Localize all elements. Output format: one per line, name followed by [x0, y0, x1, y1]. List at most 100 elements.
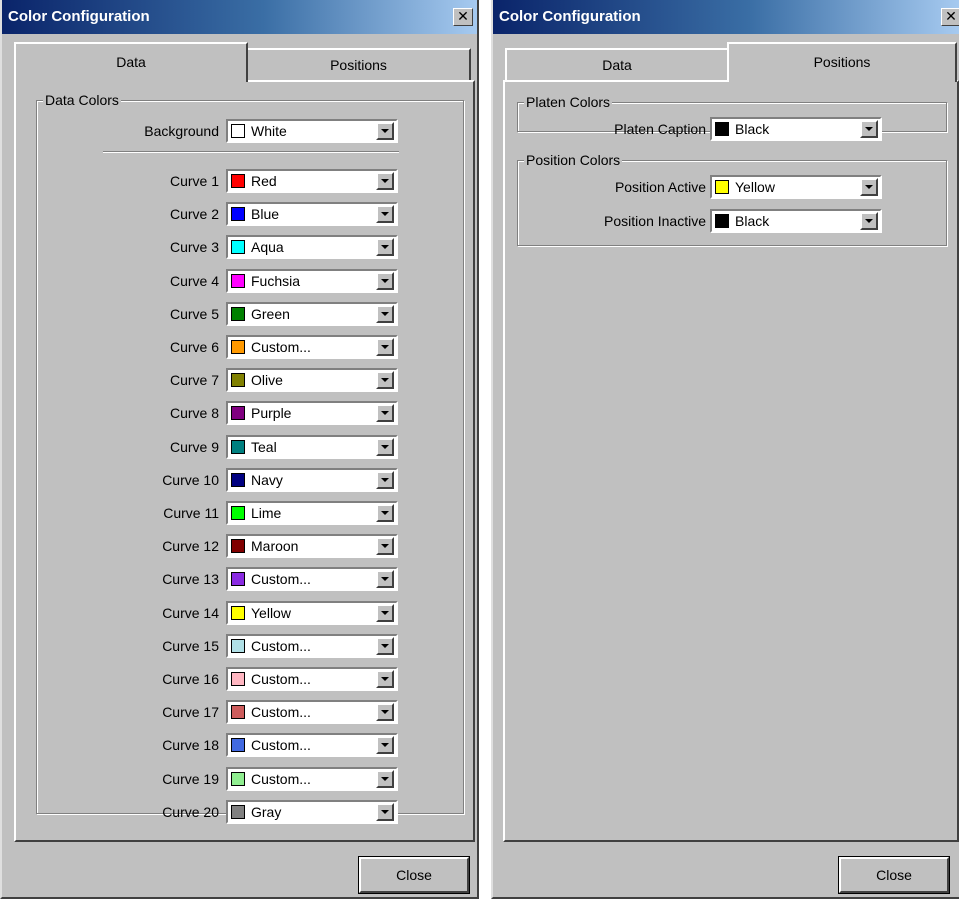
- curve-row: Curve 19 Custom...: [37, 766, 463, 793]
- platen-caption-label: Platen Caption: [614, 121, 706, 137]
- curve-color-select[interactable]: Custom...: [226, 667, 398, 691]
- window-close-icon[interactable]: ✕: [453, 8, 473, 26]
- curve-color-select[interactable]: Green: [226, 301, 398, 326]
- data-colors-group: Data Colors Background White Curve 1 Red C…: [36, 92, 464, 824]
- chevron-down-icon[interactable]: [376, 736, 394, 755]
- curve-color-select[interactable]: Navy: [226, 467, 398, 492]
- curve-value: Green: [251, 305, 290, 322]
- chevron-down-icon[interactable]: [376, 238, 394, 257]
- platen-caption-color-select[interactable]: Black: [710, 117, 882, 141]
- curve-label: Curve 19: [162, 770, 219, 787]
- chevron-down-icon[interactable]: [376, 205, 394, 224]
- chevron-down-icon[interactable]: [376, 271, 394, 290]
- chevron-down-icon[interactable]: [376, 504, 394, 522]
- curve-swatch: [231, 340, 245, 354]
- close-button[interactable]: Close: [838, 856, 950, 894]
- chevron-down-icon[interactable]: [860, 178, 878, 196]
- chevron-down-icon[interactable]: [376, 603, 394, 622]
- chevron-down-icon[interactable]: [376, 537, 394, 556]
- chevron-down-icon[interactable]: [376, 172, 394, 190]
- chevron-down-icon[interactable]: [376, 338, 394, 356]
- chevron-down-icon[interactable]: [376, 437, 394, 456]
- chevron-down-icon[interactable]: [376, 371, 394, 390]
- curve-swatch: [231, 472, 245, 487]
- curve-color-select[interactable]: Custom...: [226, 633, 398, 658]
- chevron-down-icon[interactable]: [860, 212, 878, 230]
- curve-swatch: [231, 804, 245, 819]
- curve-row: Curve 13 Custom...: [37, 567, 463, 593]
- separator: [103, 151, 399, 153]
- curve-label: Curve 13: [162, 571, 219, 588]
- position-active-color-select[interactable]: Yellow: [710, 175, 882, 199]
- chevron-down-icon[interactable]: [376, 570, 394, 589]
- chevron-down-icon[interactable]: [376, 670, 394, 688]
- curve-color-select[interactable]: Lime: [226, 501, 398, 525]
- curve-label: Curve 17: [162, 704, 219, 721]
- background-swatch: [231, 124, 245, 138]
- chevron-down-icon[interactable]: [376, 636, 394, 655]
- tab-positions[interactable]: Positions: [246, 48, 471, 82]
- chevron-down-icon[interactable]: [376, 769, 394, 788]
- curve-color-select[interactable]: Red: [226, 169, 398, 193]
- curve-color-select[interactable]: Teal: [226, 434, 398, 459]
- position-active-row: Position Active Yellow: [518, 175, 946, 201]
- curve-color-select[interactable]: Yellow: [226, 600, 398, 625]
- color-config-window-data: Color Configuration ✕ Data Positions Dat…: [0, 0, 479, 899]
- position-colors-group: Position Colors Position Active Yellow P…: [517, 152, 947, 246]
- curve-value: Olive: [251, 372, 283, 389]
- curve-value: Gray: [251, 803, 282, 820]
- platen-caption-value: Black: [735, 121, 770, 137]
- title-bar[interactable]: Color Configuration ✕: [493, 0, 959, 34]
- position-inactive-row: Position Inactive Black: [518, 209, 946, 235]
- curve-color-select[interactable]: Custom...: [226, 766, 398, 791]
- curve-value: Custom...: [251, 571, 311, 588]
- curve-color-select[interactable]: Purple: [226, 401, 398, 426]
- curve-row: Curve 20 Gray: [37, 799, 463, 826]
- tab-panel: Data Colors Background White Curve 1 Red C…: [14, 80, 475, 842]
- position-active-value: Yellow: [735, 179, 775, 195]
- curve-value: Custom...: [251, 770, 311, 787]
- close-button[interactable]: Close: [358, 856, 470, 894]
- background-color-select[interactable]: White: [226, 119, 398, 143]
- chevron-down-icon[interactable]: [376, 122, 394, 140]
- curve-value: Red: [251, 173, 277, 189]
- curve-swatch: [231, 705, 245, 720]
- curve-swatch: [231, 638, 245, 653]
- chevron-down-icon[interactable]: [376, 470, 394, 489]
- position-inactive-color-select[interactable]: Black: [710, 209, 882, 233]
- tab-data[interactable]: Data: [505, 48, 729, 82]
- curve-row: Curve 17 Custom...: [37, 700, 463, 726]
- curve-color-select[interactable]: Custom...: [226, 335, 398, 359]
- color-config-window-positions: Color Configuration ✕ Data Positions Pla…: [491, 0, 959, 899]
- curve-color-select[interactable]: Custom...: [226, 733, 398, 758]
- curve-value: Custom...: [251, 637, 311, 654]
- curve-swatch: [231, 605, 245, 620]
- tab-strip: Data Positions: [505, 42, 957, 82]
- window-close-icon[interactable]: ✕: [941, 8, 959, 26]
- curve-row: Curve 14 Yellow: [37, 600, 463, 627]
- chevron-down-icon[interactable]: [376, 703, 394, 722]
- curve-value: Purple: [251, 405, 292, 422]
- curve-color-select[interactable]: Aqua: [226, 235, 398, 260]
- curve-row: Curve 15 Custom...: [37, 633, 463, 660]
- chevron-down-icon[interactable]: [376, 802, 394, 821]
- curve-label: Curve 2: [169, 206, 219, 223]
- tab-data[interactable]: Data: [14, 42, 248, 82]
- position-active-swatch: [715, 180, 729, 194]
- chevron-down-icon[interactable]: [376, 404, 394, 423]
- curve-label: Curve 20: [162, 803, 219, 820]
- chevron-down-icon[interactable]: [860, 120, 878, 138]
- tab-positions[interactable]: Positions: [727, 42, 957, 82]
- curve-color-select[interactable]: Fuchsia: [226, 268, 398, 293]
- curve-color-select[interactable]: Blue: [226, 202, 398, 227]
- curve-color-select[interactable]: Custom...: [226, 700, 398, 725]
- curve-color-select[interactable]: Maroon: [226, 534, 398, 559]
- title-bar[interactable]: Color Configuration ✕: [2, 0, 477, 34]
- curve-swatch: [231, 240, 245, 255]
- curve-swatch: [231, 174, 245, 188]
- chevron-down-icon[interactable]: [376, 304, 394, 323]
- curve-color-select[interactable]: Custom...: [226, 567, 398, 592]
- curve-color-select[interactable]: Gray: [226, 799, 398, 824]
- curve-color-select[interactable]: Olive: [226, 368, 398, 393]
- curve-value: Custom...: [251, 704, 311, 721]
